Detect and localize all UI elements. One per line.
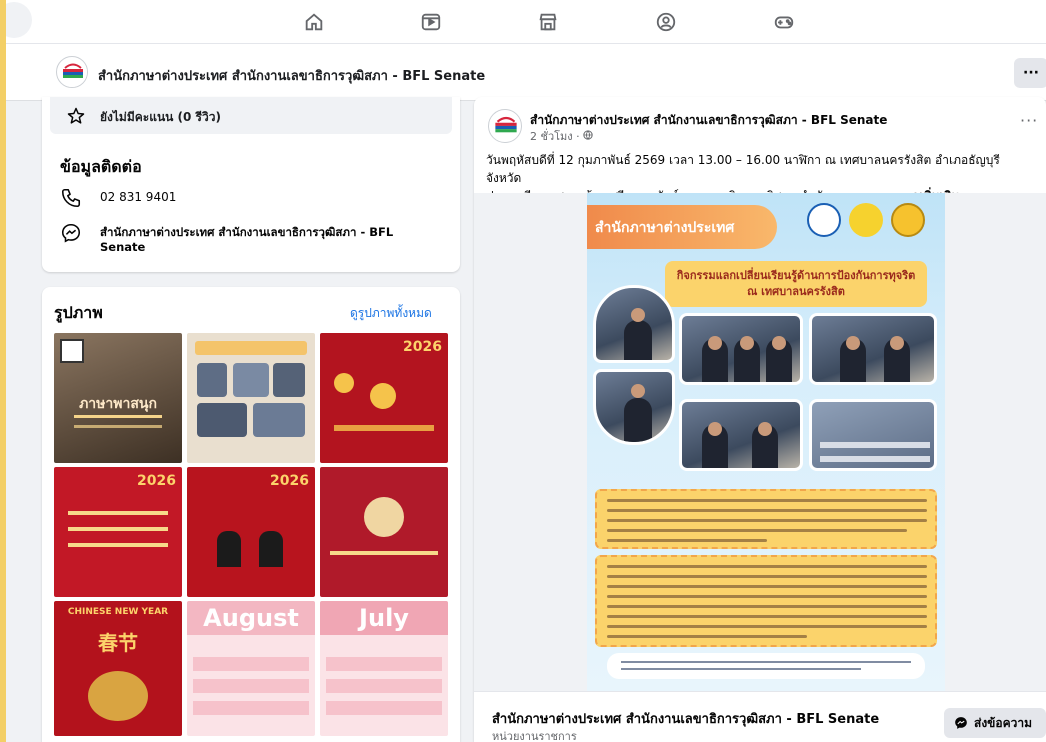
photo-tile[interactable] bbox=[187, 333, 315, 463]
photos-card: รูปภาพ ดูรูปภาพทั้งหมด ภาษาพาสนุก 2026 2… bbox=[42, 287, 460, 742]
send-message-button[interactable]: ส่งข้อความ bbox=[944, 708, 1046, 738]
phone-icon bbox=[61, 188, 81, 208]
tile-label: CHINESE NEW YEAR bbox=[67, 607, 169, 617]
nav-left-button[interactable] bbox=[6, 2, 32, 38]
post-time-text: 2 ชั่วโมง · bbox=[530, 130, 584, 143]
messenger-icon bbox=[61, 223, 81, 243]
star-icon bbox=[67, 107, 85, 124]
poster-badge-strong bbox=[849, 203, 883, 237]
send-message-label: ส่งข้อความ bbox=[974, 715, 1033, 730]
footer-page-type: หน่วยงานราชการ bbox=[492, 730, 577, 742]
globe-icon bbox=[583, 130, 593, 140]
top-navigation-bar bbox=[6, 0, 1046, 44]
poster-headline: กิจกรรมแลกเปลี่ยนเรียนรู้ด้านการป้องกันก… bbox=[665, 261, 927, 307]
poster-photo bbox=[593, 285, 675, 363]
photo-tile[interactable]: 2026 bbox=[187, 467, 315, 597]
phone-number[interactable]: 02 831 9401 bbox=[100, 190, 176, 204]
post-more-button[interactable]: ··· bbox=[1020, 111, 1038, 130]
messenger-link[interactable]: สำนักภาษาต่างประเทศ สำนักงานเลขาธิการวุฒ… bbox=[100, 225, 393, 255]
home-icon[interactable] bbox=[302, 10, 326, 34]
poster-photo bbox=[593, 369, 675, 445]
photos-title: รูปภาพ bbox=[54, 303, 103, 322]
groups-icon[interactable] bbox=[654, 10, 678, 34]
contact-title: ข้อมูลติดต่อ bbox=[60, 157, 142, 176]
gaming-icon[interactable] bbox=[772, 10, 796, 34]
page-more-button[interactable]: ··· bbox=[1014, 58, 1046, 88]
photo-tile[interactable]: 2026 bbox=[320, 333, 448, 463]
poster-badge-logo bbox=[807, 203, 841, 237]
post-footer: สำนักภาษาต่างประเทศ สำนักงานเลขาธิการวุฒ… bbox=[474, 691, 1046, 742]
facebook-page-window: สำนักภาษาต่างประเทศ สำนักงานเลขาธิการวุฒ… bbox=[6, 0, 1046, 742]
photo-tile[interactable]: ภาษาพาสนุก bbox=[54, 333, 182, 463]
photo-tile[interactable]: CHINESE NEW YEAR 春节 bbox=[54, 601, 182, 736]
poster-photo bbox=[809, 399, 937, 471]
poster-graphic: สำนักภาษาต่างประเทศ กิจกรรมแลกเปลี่ยนเรี… bbox=[587, 193, 945, 691]
post-text-line-1: วันพฤหัสบดีที่ 12 กุมภาพันธ์ 2569 เวลา 1… bbox=[486, 153, 1000, 185]
post-author-avatar[interactable] bbox=[488, 109, 522, 143]
page-name[interactable]: สำนักภาษาต่างประเทศ สำนักงานเลขาธิการวุฒ… bbox=[98, 65, 485, 86]
photo-tile[interactable]: August bbox=[187, 601, 315, 736]
tile-label: ภาษาพาสนุก bbox=[79, 396, 157, 412]
messenger-icon bbox=[955, 717, 967, 729]
tile-label: August bbox=[187, 601, 315, 635]
page-logo[interactable] bbox=[56, 56, 88, 88]
poster-footer bbox=[607, 653, 925, 679]
tile-label: 2026 bbox=[403, 339, 442, 355]
footer-page-name[interactable]: สำนักภาษาต่างประเทศ สำนักงานเลขาธิการวุฒ… bbox=[492, 708, 879, 729]
photo-tile[interactable] bbox=[320, 467, 448, 597]
poster-headline-2: ณ เทศบาลนครรังสิต bbox=[747, 285, 845, 298]
tile-label: July bbox=[320, 601, 448, 635]
post-image[interactable]: สำนักภาษาต่างประเทศ กิจกรรมแลกเปลี่ยนเรี… bbox=[474, 193, 1046, 691]
messenger-line-2: Senate bbox=[100, 240, 146, 254]
photo-grid: ภาษาพาสนุก 2026 2026 2026 CHINESE NEW YE… bbox=[54, 333, 449, 742]
video-icon[interactable] bbox=[419, 10, 443, 34]
rating-text: ยังไม่มีคะแนน (0 รีวิว) bbox=[100, 110, 221, 124]
messenger-line-1: สำนักภาษาต่างประเทศ สำนักงานเลขาธิการวุฒ… bbox=[100, 225, 394, 239]
post-timestamp[interactable]: 2 ชั่วโมง · bbox=[530, 127, 593, 145]
rating-row: ยังไม่มีคะแนน (0 รีวิว) bbox=[50, 97, 452, 134]
tile-sublabel: 春节 bbox=[98, 631, 138, 655]
contact-info-card: ยังไม่มีคะแนน (0 รีวิว) ข้อมูลติดต่อ 02 … bbox=[42, 97, 460, 272]
poster-photo bbox=[679, 313, 803, 385]
poster-description-box bbox=[595, 489, 937, 549]
see-all-photos-link[interactable]: ดูรูปภาพทั้งหมด bbox=[350, 304, 432, 323]
tile-label: 2026 bbox=[270, 473, 309, 489]
poster-banner-text: สำนักภาษาต่างประเทศ bbox=[595, 220, 735, 236]
marketplace-icon[interactable] bbox=[536, 10, 560, 34]
post-card: สำนักภาษาต่างประเทศ สำนักงานเลขาธิการวุฒ… bbox=[474, 97, 1046, 742]
poster-photo bbox=[679, 399, 803, 471]
poster-badge-senate bbox=[891, 203, 925, 237]
poster-photo bbox=[809, 313, 937, 385]
photo-tile[interactable]: July bbox=[320, 601, 448, 736]
page-header: สำนักภาษาต่างประเทศ สำนักงานเลขาธิการวุฒ… bbox=[6, 44, 1046, 101]
tile-label: 2026 bbox=[137, 473, 176, 489]
photo-tile[interactable]: 2026 bbox=[54, 467, 182, 597]
poster-headline-1: กิจกรรมแลกเปลี่ยนเรียนรู้ด้านการป้องกันก… bbox=[676, 269, 916, 282]
poster-detail-box bbox=[595, 555, 937, 647]
